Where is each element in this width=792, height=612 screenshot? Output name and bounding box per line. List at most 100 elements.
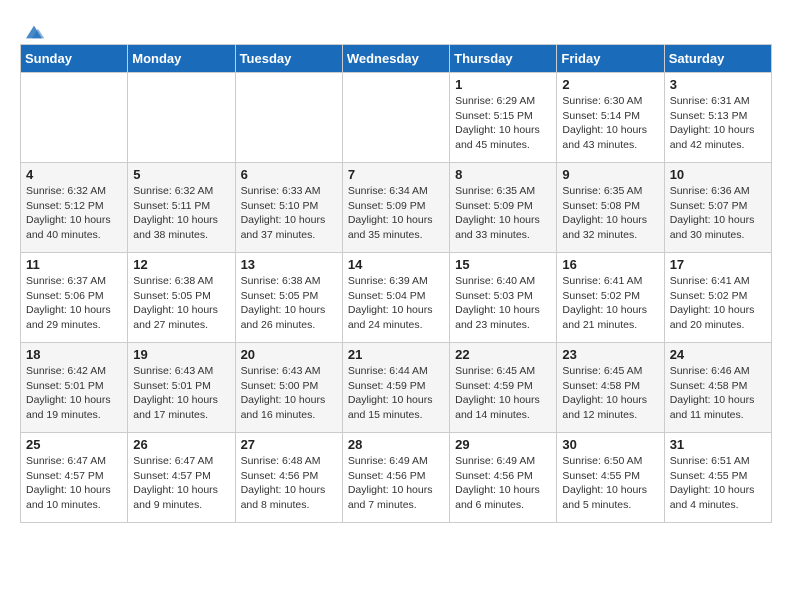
calendar-cell: 13 Sunrise: 6:38 AM Sunset: 5:05 PM Dayli… <box>235 253 342 343</box>
week-row-4: 18 Sunrise: 6:42 AM Sunset: 5:01 PM Dayli… <box>21 343 772 433</box>
day-info: Sunrise: 6:34 AM Sunset: 5:09 PM Dayligh… <box>348 184 444 243</box>
calendar-cell: 6 Sunrise: 6:33 AM Sunset: 5:10 PM Daylig… <box>235 163 342 253</box>
day-number: 4 <box>26 167 122 182</box>
day-number: 12 <box>133 257 229 272</box>
calendar-cell <box>21 73 128 163</box>
col-header-wednesday: Wednesday <box>342 45 449 73</box>
col-header-saturday: Saturday <box>664 45 771 73</box>
day-info: Sunrise: 6:51 AM Sunset: 4:55 PM Dayligh… <box>670 454 766 513</box>
calendar-cell: 11 Sunrise: 6:37 AM Sunset: 5:06 PM Dayli… <box>21 253 128 343</box>
day-number: 2 <box>562 77 658 92</box>
calendar-cell: 30 Sunrise: 6:50 AM Sunset: 4:55 PM Dayli… <box>557 433 664 523</box>
day-number: 30 <box>562 437 658 452</box>
calendar-cell <box>128 73 235 163</box>
day-number: 29 <box>455 437 551 452</box>
day-number: 8 <box>455 167 551 182</box>
calendar-cell: 18 Sunrise: 6:42 AM Sunset: 5:01 PM Dayli… <box>21 343 128 433</box>
day-info: Sunrise: 6:45 AM Sunset: 4:58 PM Dayligh… <box>562 364 658 423</box>
day-info: Sunrise: 6:48 AM Sunset: 4:56 PM Dayligh… <box>241 454 337 513</box>
day-number: 13 <box>241 257 337 272</box>
day-info: Sunrise: 6:43 AM Sunset: 5:00 PM Dayligh… <box>241 364 337 423</box>
day-number: 16 <box>562 257 658 272</box>
calendar-cell: 20 Sunrise: 6:43 AM Sunset: 5:00 PM Dayli… <box>235 343 342 433</box>
calendar-cell: 29 Sunrise: 6:49 AM Sunset: 4:56 PM Dayli… <box>450 433 557 523</box>
day-info: Sunrise: 6:44 AM Sunset: 4:59 PM Dayligh… <box>348 364 444 423</box>
col-header-sunday: Sunday <box>21 45 128 73</box>
col-header-friday: Friday <box>557 45 664 73</box>
day-info: Sunrise: 6:29 AM Sunset: 5:15 PM Dayligh… <box>455 94 551 153</box>
day-info: Sunrise: 6:38 AM Sunset: 5:05 PM Dayligh… <box>133 274 229 333</box>
week-row-1: 1 Sunrise: 6:29 AM Sunset: 5:15 PM Daylig… <box>21 73 772 163</box>
calendar-cell: 26 Sunrise: 6:47 AM Sunset: 4:57 PM Dayli… <box>128 433 235 523</box>
day-number: 7 <box>348 167 444 182</box>
day-number: 6 <box>241 167 337 182</box>
calendar-cell: 3Sunrise: 6:31 AM Sunset: 5:13 PM Daylig… <box>664 73 771 163</box>
day-info: Sunrise: 6:32 AM Sunset: 5:12 PM Dayligh… <box>26 184 122 243</box>
day-info: Sunrise: 6:49 AM Sunset: 4:56 PM Dayligh… <box>455 454 551 513</box>
day-number: 26 <box>133 437 229 452</box>
col-header-tuesday: Tuesday <box>235 45 342 73</box>
day-info: Sunrise: 6:43 AM Sunset: 5:01 PM Dayligh… <box>133 364 229 423</box>
col-header-thursday: Thursday <box>450 45 557 73</box>
calendar-cell: 23 Sunrise: 6:45 AM Sunset: 4:58 PM Dayli… <box>557 343 664 433</box>
day-number: 9 <box>562 167 658 182</box>
col-header-monday: Monday <box>128 45 235 73</box>
day-number: 17 <box>670 257 766 272</box>
day-number: 15 <box>455 257 551 272</box>
page-header <box>20 20 772 38</box>
header-row: SundayMondayTuesdayWednesdayThursdayFrid… <box>21 45 772 73</box>
week-row-2: 4 Sunrise: 6:32 AM Sunset: 5:12 PM Daylig… <box>21 163 772 253</box>
calendar-cell: 16Sunrise: 6:41 AM Sunset: 5:02 PM Dayli… <box>557 253 664 343</box>
day-info: Sunrise: 6:39 AM Sunset: 5:04 PM Dayligh… <box>348 274 444 333</box>
calendar-cell: 17 Sunrise: 6:41 AM Sunset: 5:02 PM Dayli… <box>664 253 771 343</box>
day-info: Sunrise: 6:45 AM Sunset: 4:59 PM Dayligh… <box>455 364 551 423</box>
day-info: Sunrise: 6:36 AM Sunset: 5:07 PM Dayligh… <box>670 184 766 243</box>
day-number: 23 <box>562 347 658 362</box>
week-row-5: 25 Sunrise: 6:47 AM Sunset: 4:57 PM Dayli… <box>21 433 772 523</box>
calendar-cell: 7 Sunrise: 6:34 AM Sunset: 5:09 PM Daylig… <box>342 163 449 253</box>
day-info: Sunrise: 6:41 AM Sunset: 5:02 PM Dayligh… <box>670 274 766 333</box>
calendar-cell: 4 Sunrise: 6:32 AM Sunset: 5:12 PM Daylig… <box>21 163 128 253</box>
day-number: 14 <box>348 257 444 272</box>
day-number: 5 <box>133 167 229 182</box>
day-info: Sunrise: 6:47 AM Sunset: 4:57 PM Dayligh… <box>26 454 122 513</box>
day-number: 11 <box>26 257 122 272</box>
day-number: 24 <box>670 347 766 362</box>
logo-icon <box>22 20 46 44</box>
day-info: Sunrise: 6:50 AM Sunset: 4:55 PM Dayligh… <box>562 454 658 513</box>
day-number: 21 <box>348 347 444 362</box>
day-info: Sunrise: 6:42 AM Sunset: 5:01 PM Dayligh… <box>26 364 122 423</box>
calendar-cell: 25 Sunrise: 6:47 AM Sunset: 4:57 PM Dayli… <box>21 433 128 523</box>
calendar-cell: 28 Sunrise: 6:49 AM Sunset: 4:56 PM Dayli… <box>342 433 449 523</box>
day-number: 31 <box>670 437 766 452</box>
day-info: Sunrise: 6:46 AM Sunset: 4:58 PM Dayligh… <box>670 364 766 423</box>
day-info: Sunrise: 6:35 AM Sunset: 5:09 PM Dayligh… <box>455 184 551 243</box>
day-number: 10 <box>670 167 766 182</box>
calendar-cell: 12 Sunrise: 6:38 AM Sunset: 5:05 PM Dayli… <box>128 253 235 343</box>
day-number: 18 <box>26 347 122 362</box>
calendar-cell: 21 Sunrise: 6:44 AM Sunset: 4:59 PM Dayli… <box>342 343 449 433</box>
day-number: 25 <box>26 437 122 452</box>
day-info: Sunrise: 6:49 AM Sunset: 4:56 PM Dayligh… <box>348 454 444 513</box>
calendar-cell <box>235 73 342 163</box>
day-info: Sunrise: 6:47 AM Sunset: 4:57 PM Dayligh… <box>133 454 229 513</box>
day-info: Sunrise: 6:40 AM Sunset: 5:03 PM Dayligh… <box>455 274 551 333</box>
calendar-cell: 14 Sunrise: 6:39 AM Sunset: 5:04 PM Dayli… <box>342 253 449 343</box>
calendar-cell: 24 Sunrise: 6:46 AM Sunset: 4:58 PM Dayli… <box>664 343 771 433</box>
day-number: 3 <box>670 77 766 92</box>
day-info: Sunrise: 6:38 AM Sunset: 5:05 PM Dayligh… <box>241 274 337 333</box>
day-number: 28 <box>348 437 444 452</box>
calendar-cell: 22Sunrise: 6:45 AM Sunset: 4:59 PM Dayli… <box>450 343 557 433</box>
day-info: Sunrise: 6:30 AM Sunset: 5:14 PM Dayligh… <box>562 94 658 153</box>
week-row-3: 11 Sunrise: 6:37 AM Sunset: 5:06 PM Dayli… <box>21 253 772 343</box>
day-info: Sunrise: 6:37 AM Sunset: 5:06 PM Dayligh… <box>26 274 122 333</box>
day-number: 20 <box>241 347 337 362</box>
calendar-cell: 9Sunrise: 6:35 AM Sunset: 5:08 PM Daylig… <box>557 163 664 253</box>
day-number: 27 <box>241 437 337 452</box>
day-number: 19 <box>133 347 229 362</box>
calendar-cell: 10 Sunrise: 6:36 AM Sunset: 5:07 PM Dayli… <box>664 163 771 253</box>
day-info: Sunrise: 6:33 AM Sunset: 5:10 PM Dayligh… <box>241 184 337 243</box>
logo <box>20 20 46 38</box>
day-number: 1 <box>455 77 551 92</box>
calendar-cell: 2 Sunrise: 6:30 AM Sunset: 5:14 PM Daylig… <box>557 73 664 163</box>
